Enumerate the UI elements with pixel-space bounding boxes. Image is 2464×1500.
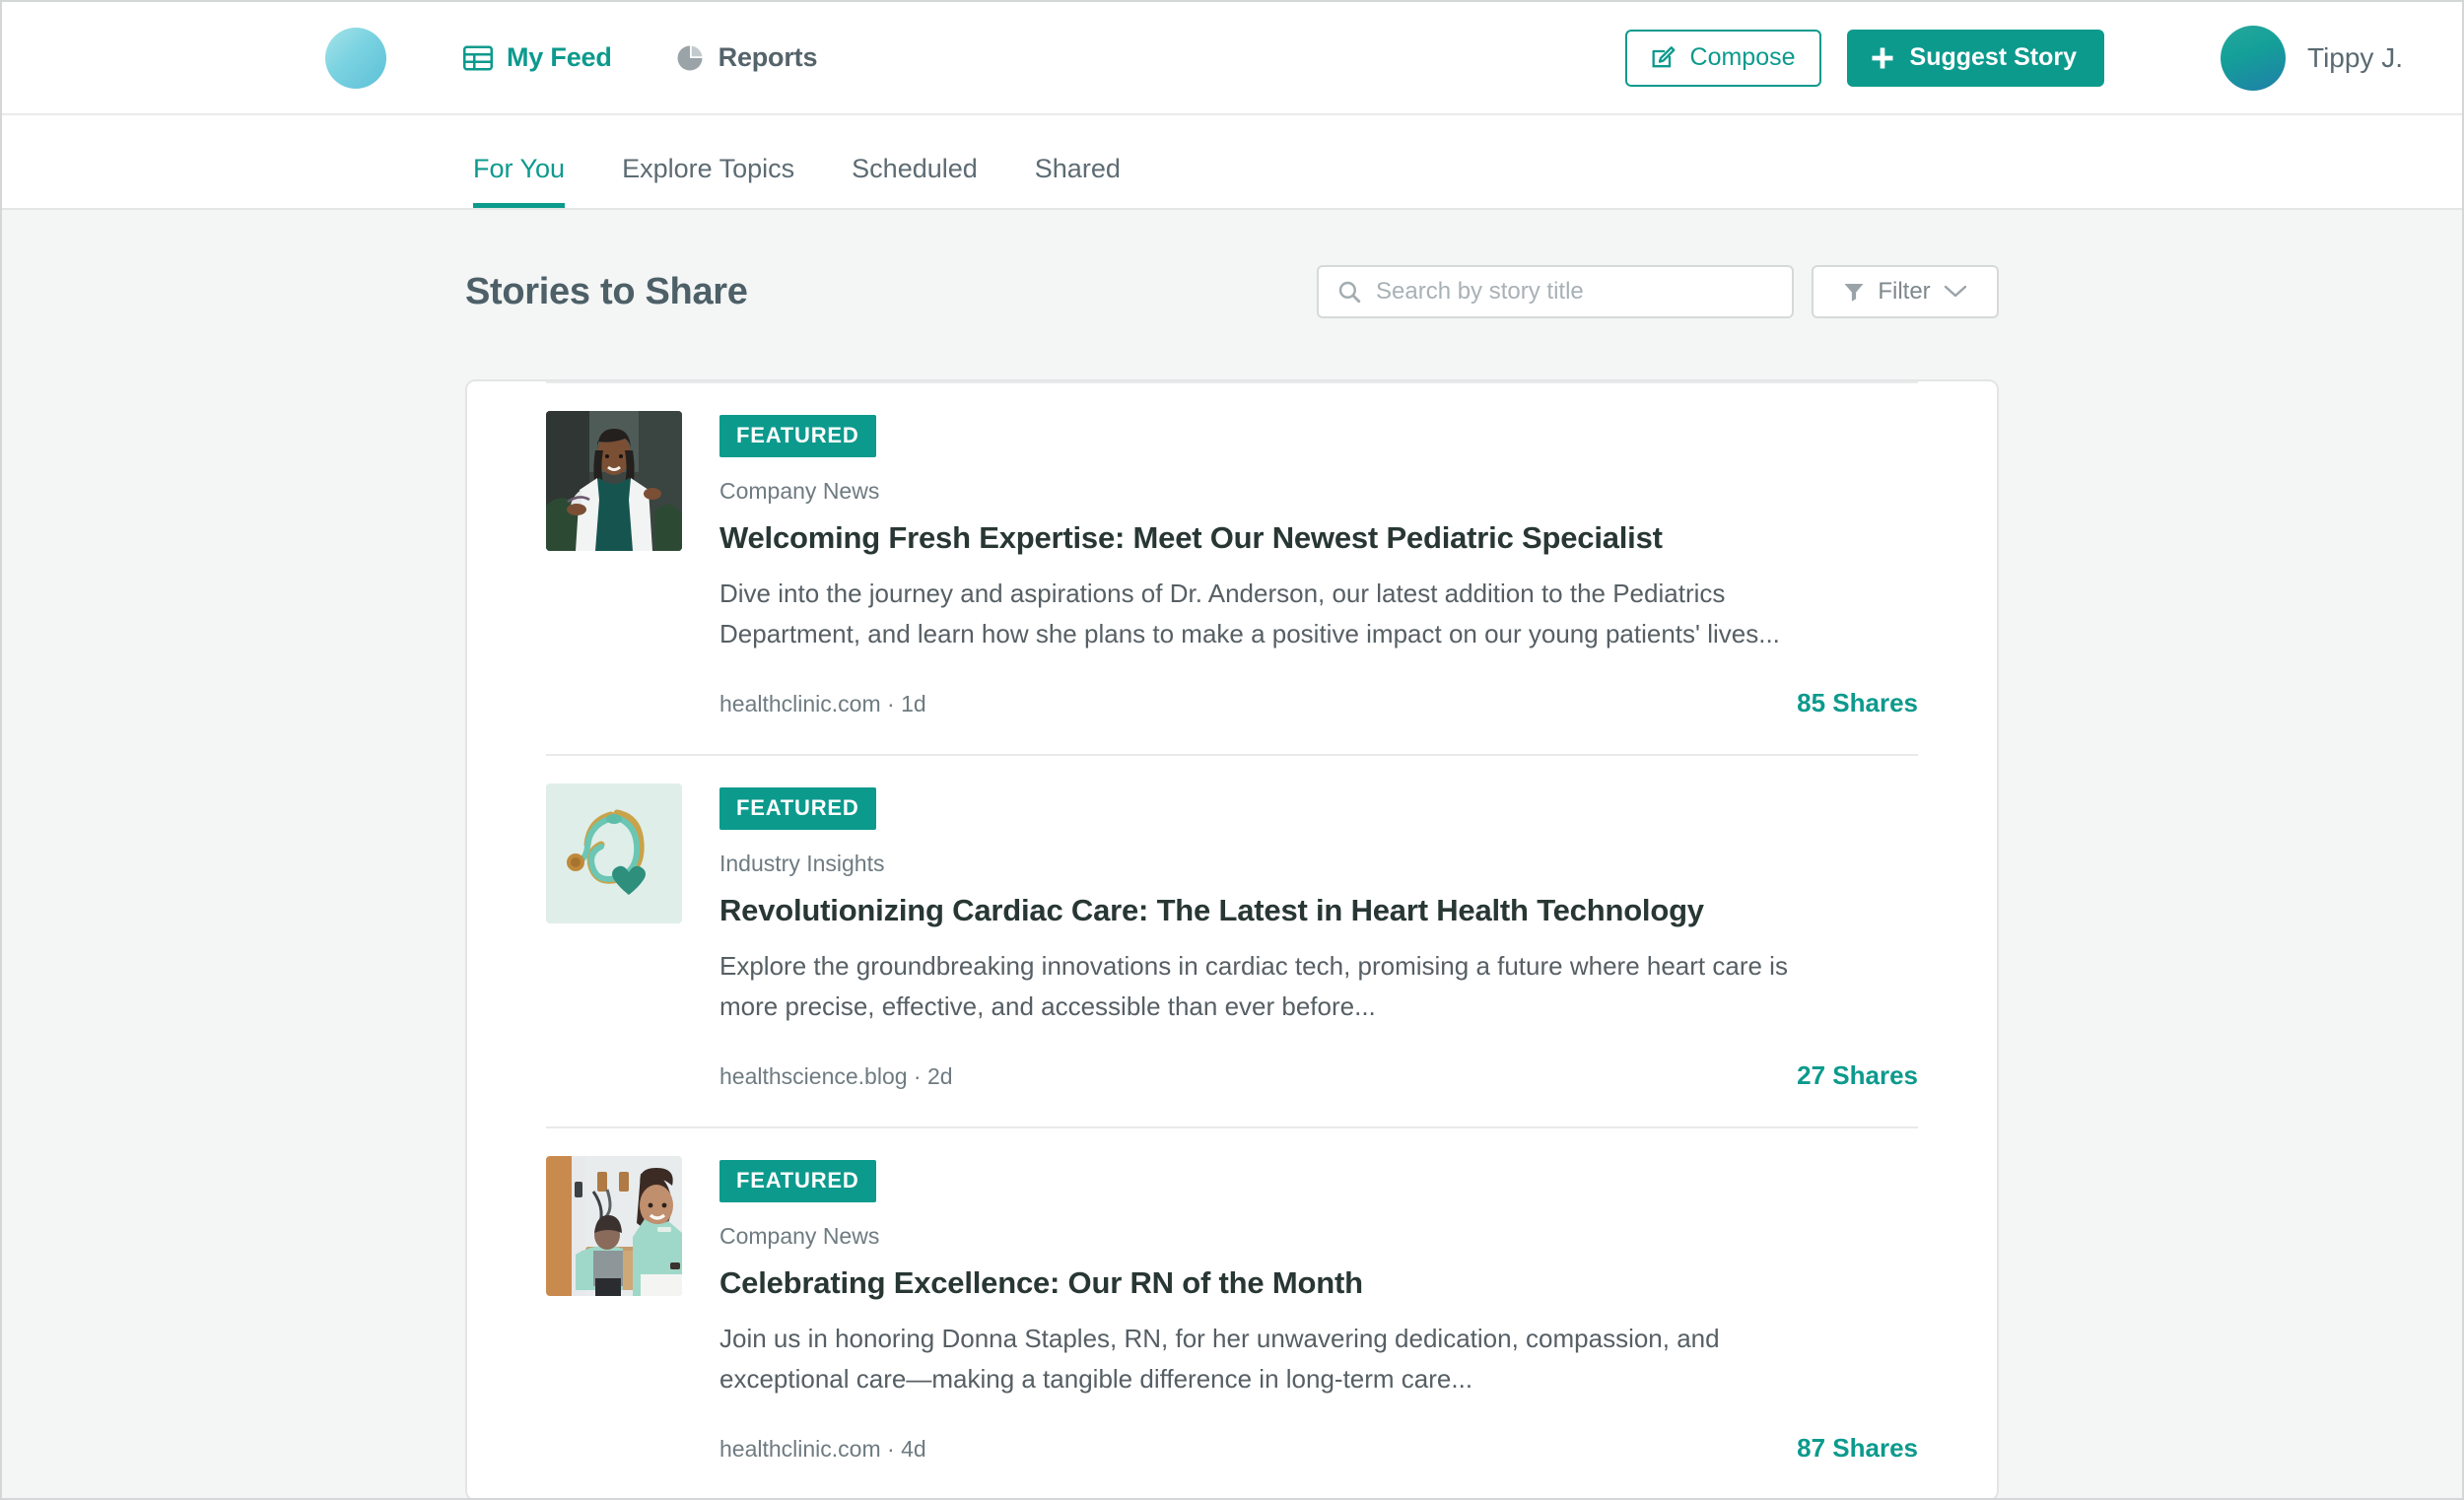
story-title[interactable]: Revolutionizing Cardiac Care: The Latest… bbox=[719, 893, 1918, 928]
tab-label-shared: Shared bbox=[1034, 154, 1121, 183]
story-meta: healthclinic.com · 4d 87 Shares bbox=[719, 1433, 1918, 1464]
tab-shared[interactable]: Shared bbox=[1035, 154, 1121, 208]
story-content: FEATURED Company News Welcoming Fresh Ex… bbox=[719, 411, 1918, 718]
tab-label-explore-topics: Explore Topics bbox=[622, 154, 795, 183]
content-header: Stories to Share Search by story title F… bbox=[465, 210, 1999, 318]
story-share-count[interactable]: 27 Shares bbox=[1797, 1060, 1918, 1091]
user-menu[interactable]: Tippy J. bbox=[2221, 25, 2403, 91]
nav-item-my-feed[interactable]: My Feed bbox=[463, 42, 612, 73]
story-category: Company News bbox=[719, 478, 880, 504]
top-navigation-bar: My Feed Reports Compose Suggest Story Ti… bbox=[2, 2, 2462, 115]
tab-scheduled[interactable]: Scheduled bbox=[852, 154, 978, 208]
nav-label-reports: Reports bbox=[718, 42, 818, 72]
suggest-story-label: Suggest Story bbox=[1909, 43, 2077, 71]
pie-chart-icon bbox=[675, 43, 705, 73]
page-title: Stories to Share bbox=[465, 270, 748, 312]
compose-button-label: Compose bbox=[1689, 43, 1796, 71]
story-description: Explore the groundbreaking innovations i… bbox=[719, 951, 1788, 1022]
story-row[interactable]: FEATURED Company News Welcoming Fresh Ex… bbox=[546, 381, 1918, 754]
primary-nav: My Feed Reports bbox=[463, 42, 817, 73]
main-content: Stories to Share Search by story title F… bbox=[2, 210, 2462, 1498]
story-thumbnail bbox=[546, 784, 682, 924]
story-meta: healthscience.blog · 2d 27 Shares bbox=[719, 1060, 1918, 1091]
story-category: Industry Insights bbox=[719, 851, 885, 877]
story-row[interactable]: FEATURED Company News Celebrating Excell… bbox=[546, 1126, 1918, 1498]
user-avatar bbox=[2221, 25, 2286, 91]
compose-pencil-icon bbox=[1649, 44, 1677, 72]
content-tools: Filter bbox=[1317, 265, 1999, 318]
topbar-actions: Compose Suggest Story Tippy J. bbox=[1624, 25, 2403, 91]
search-icon bbox=[1336, 279, 1362, 305]
tab-label-scheduled: Scheduled bbox=[852, 154, 978, 183]
story-title[interactable]: Welcoming Fresh Expertise: Meet Our Newe… bbox=[719, 520, 1918, 556]
nav-item-reports[interactable]: Reports bbox=[675, 42, 818, 73]
story-content: FEATURED Company News Celebrating Excell… bbox=[719, 1156, 1918, 1464]
status-badge: FEATURED bbox=[719, 787, 876, 831]
tab-explore-topics[interactable]: Explore Topics bbox=[622, 154, 794, 208]
story-content: FEATURED Industry Insights Revolutionizi… bbox=[719, 784, 1918, 1091]
stories-list-card: FEATURED Company News Welcoming Fresh Ex… bbox=[465, 379, 1999, 1498]
filter-button-label: Filter bbox=[1878, 278, 1931, 305]
status-badge: FEATURED bbox=[719, 415, 876, 457]
story-row[interactable]: FEATURED Industry Insights Revolutionizi… bbox=[546, 754, 1918, 1126]
suggest-story-button[interactable]: Suggest Story bbox=[1846, 29, 2104, 87]
story-share-count[interactable]: 85 Shares bbox=[1797, 688, 1918, 718]
story-source: healthclinic.com · 1d bbox=[719, 691, 926, 717]
story-title[interactable]: Celebrating Excellence: Our RN of the Mo… bbox=[719, 1265, 1918, 1301]
story-thumbnail bbox=[546, 411, 682, 551]
search-input[interactable] bbox=[1376, 278, 1774, 306]
tab-for-you[interactable]: For You bbox=[473, 154, 566, 208]
nav-label-my-feed: My Feed bbox=[507, 42, 612, 72]
plus-icon bbox=[1869, 44, 1896, 72]
status-badge: FEATURED bbox=[719, 1160, 876, 1203]
story-source: healthclinic.com · 4d bbox=[719, 1436, 926, 1463]
filter-button[interactable]: Filter bbox=[1812, 265, 1999, 318]
chevron-down-icon bbox=[1943, 283, 1968, 301]
compose-button[interactable]: Compose bbox=[1624, 29, 1821, 87]
user-name-label: Tippy J. bbox=[2307, 41, 2403, 73]
table-icon bbox=[463, 45, 493, 71]
search-box[interactable] bbox=[1317, 265, 1794, 318]
tab-label-for-you: For You bbox=[473, 154, 566, 183]
circle-logo[interactable] bbox=[325, 27, 386, 89]
section-tabs: For You Explore Topics Scheduled Shared bbox=[2, 115, 2462, 210]
story-source: healthscience.blog · 2d bbox=[719, 1063, 953, 1090]
story-meta: healthclinic.com · 1d 85 Shares bbox=[719, 688, 1918, 718]
story-description: Dive into the journey and aspirations of… bbox=[719, 579, 1780, 649]
funnel-icon bbox=[1842, 280, 1866, 304]
story-category: Company News bbox=[719, 1223, 880, 1250]
story-description: Join us in honoring Donna Staples, RN, f… bbox=[719, 1324, 1720, 1395]
story-thumbnail bbox=[546, 1156, 682, 1297]
story-share-count[interactable]: 87 Shares bbox=[1797, 1433, 1918, 1464]
app-window: My Feed Reports Compose Suggest Story Ti… bbox=[0, 0, 2464, 1500]
